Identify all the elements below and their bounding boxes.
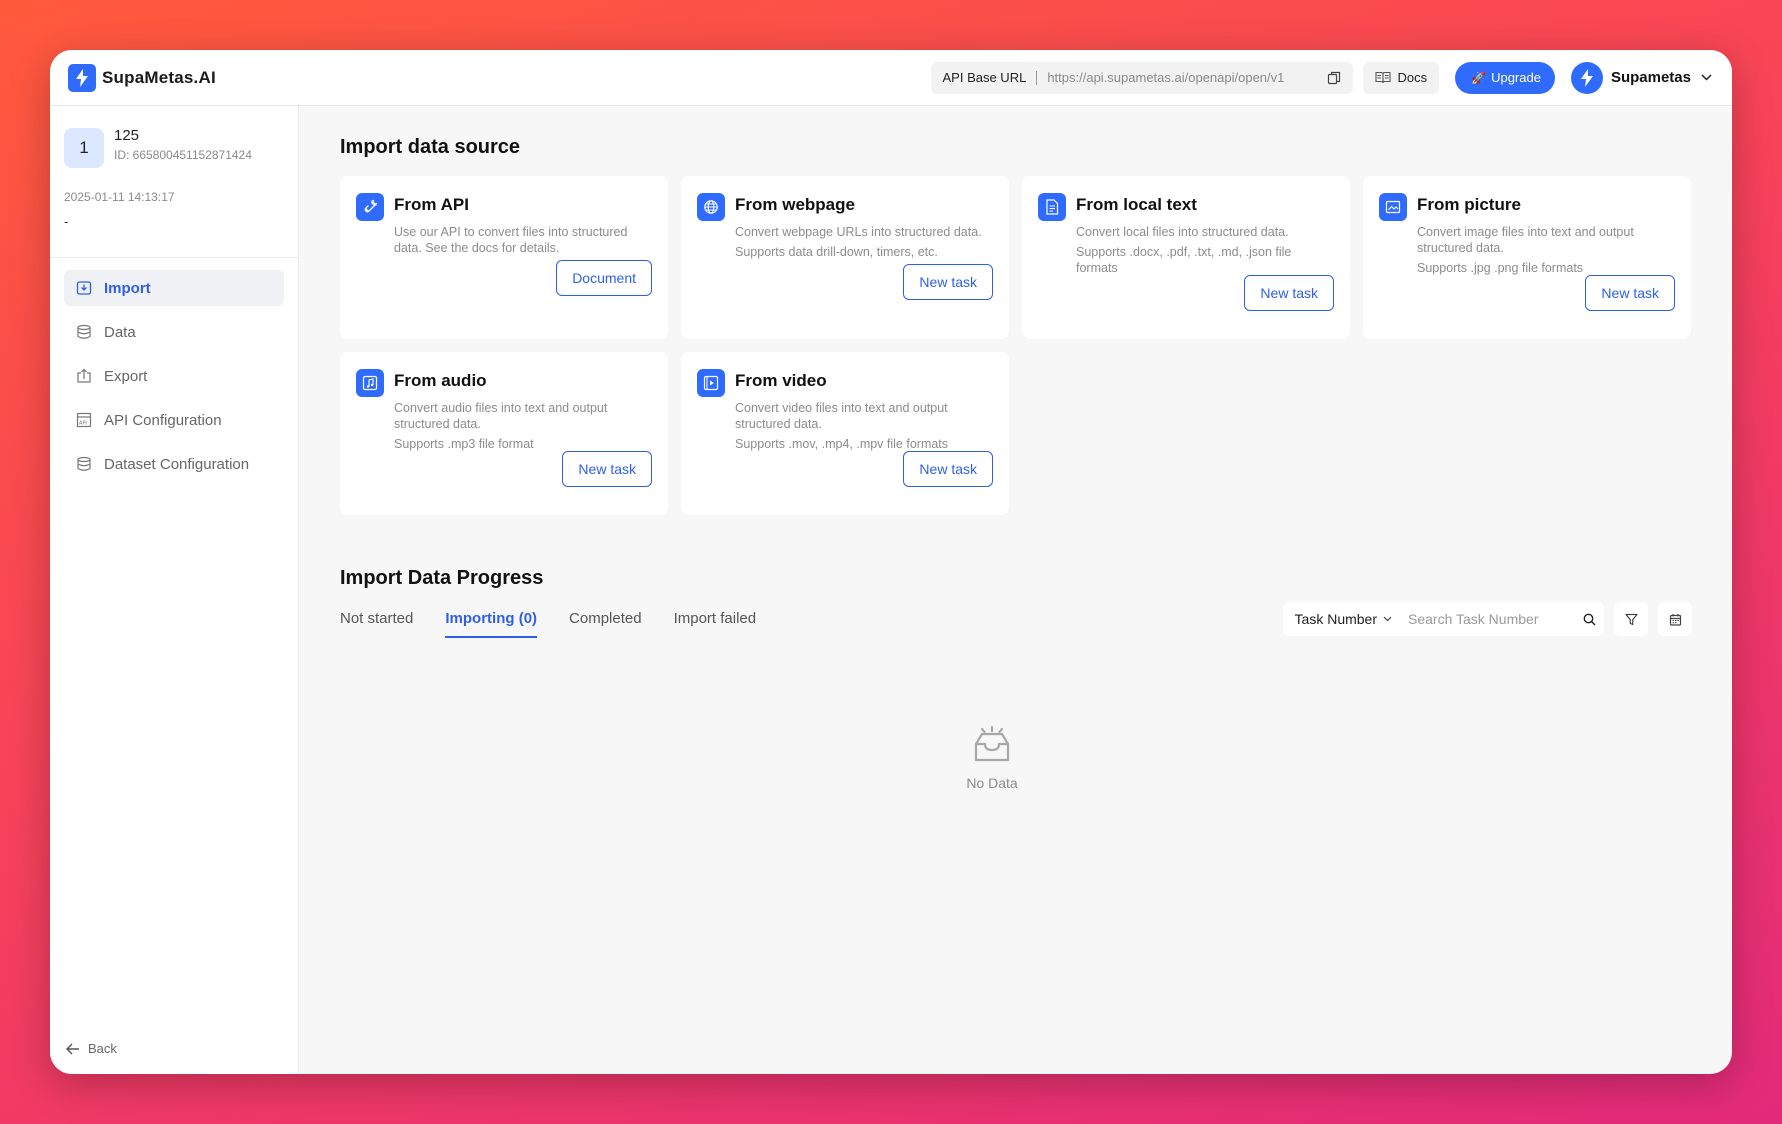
export-icon	[77, 368, 91, 383]
back-button[interactable]: Back	[66, 1041, 117, 1056]
date-picker-button[interactable]	[1658, 602, 1692, 636]
arrow-left-icon	[66, 1043, 79, 1054]
progress-section-title: Import Data Progress	[340, 567, 544, 589]
bolt-logo-icon	[68, 63, 96, 92]
card-title: From local text	[1076, 195, 1197, 214]
card-from-video: From video Convert video files into text…	[681, 352, 1009, 515]
database-icon	[77, 324, 91, 339]
card-from-api: From API Use our API to convert files in…	[340, 176, 668, 339]
card-from-audio: From audio Convert audio files into text…	[340, 352, 668, 515]
card-description: Convert local files into structured data…	[1076, 225, 1292, 275]
card-from-local-text: From local text Convert local files into…	[1022, 176, 1350, 339]
new-task-button[interactable]: New task	[1244, 275, 1334, 311]
sidebar-item-import[interactable]: Import	[64, 270, 284, 306]
docs-button[interactable]: Docs	[1362, 61, 1440, 94]
card-description: Convert image files into text and output…	[1417, 225, 1634, 275]
api-base-url-value: https://api.supametas.ai/openapi/open/v1	[1047, 70, 1285, 85]
user-name: Supametas	[1610, 69, 1691, 86]
card-description: Convert webpage URLs into structured dat…	[735, 225, 982, 259]
new-task-button[interactable]: New task	[903, 264, 993, 300]
user-avatar	[1570, 61, 1603, 94]
card-from-picture: From picture Convert image files into te…	[1363, 176, 1691, 339]
sidebar-item-dataset-configuration[interactable]: Dataset Configuration	[64, 446, 284, 482]
sidebar-item-export[interactable]: Export	[64, 358, 284, 394]
empty-inbox-icon	[974, 725, 1010, 762]
sidebar-nav: Import Data Export API API Configuration…	[50, 258, 298, 502]
api-base-url-field: API Base URL https://api.supametas.ai/op…	[930, 61, 1353, 94]
tab-not-started[interactable]: Not started	[340, 600, 413, 638]
dataset-icon	[77, 456, 91, 471]
user-menu[interactable]: Supametas	[1570, 61, 1712, 94]
copy-icon[interactable]	[1327, 71, 1341, 85]
chevron-down-icon	[1701, 74, 1712, 81]
new-task-button[interactable]: New task	[1585, 275, 1675, 311]
import-icon	[76, 281, 92, 295]
calendar-icon	[1669, 613, 1681, 626]
new-task-button[interactable]: New task	[903, 451, 993, 487]
progress-tabs: Not started Importing (0) Completed Impo…	[340, 600, 788, 638]
svg-text:API: API	[79, 421, 87, 427]
globe-icon	[697, 193, 725, 221]
filter-icon	[1624, 613, 1638, 625]
app-logo[interactable]: SupaMetas.AI	[68, 63, 216, 92]
import-section-title: Import data source	[340, 136, 521, 158]
main-content: Import data source From API Use our API …	[340, 106, 1692, 1074]
profile-id: ID: 665800451152871424	[114, 148, 252, 162]
task-number-select[interactable]: Task Number	[1283, 602, 1404, 636]
empty-state: No Data	[932, 725, 1052, 791]
search-icon[interactable]	[1574, 613, 1604, 626]
document-button[interactable]: Document	[556, 260, 652, 296]
card-title: From webpage	[735, 195, 855, 214]
book-icon	[1374, 71, 1391, 84]
filter-button[interactable]	[1614, 602, 1648, 636]
avatar: 1	[64, 128, 104, 168]
app-name: SupaMetas.AI	[102, 67, 216, 87]
tab-completed[interactable]: Completed	[569, 600, 642, 638]
task-search-input[interactable]	[1404, 602, 1574, 636]
api-icon: API	[76, 412, 92, 428]
rocket-icon: 🚀	[1471, 70, 1487, 85]
card-description: Convert audio files into text and output…	[394, 401, 608, 451]
task-search-group: Task Number	[1282, 602, 1604, 636]
card-title: From video	[735, 371, 827, 390]
tab-import-failed[interactable]: Import failed	[674, 600, 757, 638]
tab-importing[interactable]: Importing (0)	[445, 600, 537, 638]
card-from-webpage: From webpage Convert webpage URLs into s…	[681, 176, 1009, 339]
image-icon	[1379, 193, 1407, 221]
document-icon	[1038, 193, 1066, 221]
upgrade-button[interactable]: 🚀 Upgrade	[1455, 61, 1555, 94]
app-window: SupaMetas.AI API Base URL https://api.su…	[50, 50, 1732, 1074]
sidebar-item-data[interactable]: Data	[64, 314, 284, 350]
profile-note: -	[64, 214, 69, 229]
sidebar-item-api-configuration[interactable]: API API Configuration	[64, 402, 284, 438]
card-description: Convert video files into text and output…	[735, 401, 949, 451]
card-title: From audio	[394, 371, 487, 390]
link-icon	[356, 193, 384, 221]
new-task-button[interactable]: New task	[562, 451, 652, 487]
video-icon	[697, 369, 725, 397]
card-description: Use our API to convert files into struct…	[394, 225, 628, 255]
chevron-down-icon	[1383, 616, 1392, 622]
task-filters: Task Number	[1282, 602, 1692, 636]
audio-icon	[356, 369, 384, 397]
empty-state-text: No Data	[966, 775, 1018, 791]
card-title: From picture	[1417, 195, 1521, 214]
profile-panel: 1 125 ID: 665800451152871424 2025-01-11 …	[50, 106, 298, 258]
top-header: SupaMetas.AI API Base URL https://api.su…	[50, 50, 1732, 106]
sidebar: 1 125 ID: 665800451152871424 2025-01-11 …	[50, 106, 299, 1074]
card-title: From API	[394, 195, 469, 214]
profile-date: 2025-01-11 14:13:17	[64, 190, 175, 204]
profile-name: 125	[114, 127, 140, 144]
api-base-url-label: API Base URL	[942, 70, 1027, 85]
